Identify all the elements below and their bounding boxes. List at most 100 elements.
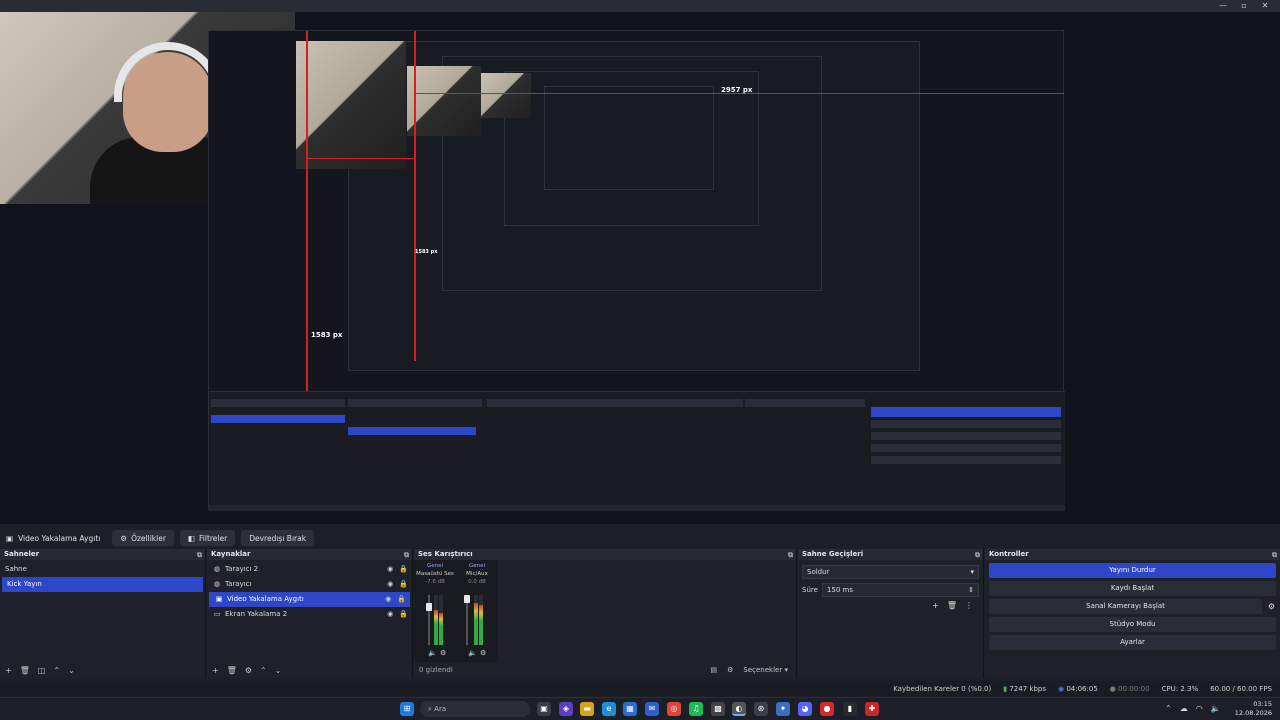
gear-icon[interactable]: ⚙ (1268, 602, 1275, 611)
channel-device-select[interactable]: Mic/Aux (458, 571, 496, 577)
fader-knob[interactable] (426, 603, 432, 611)
preview-canvas[interactable]: 2957 px 1583 px 1583 px (0, 12, 1280, 524)
deactivate-button[interactable]: Devredışı Bırak (241, 530, 315, 546)
selected-source: ▣ Video Yakalama Aygıtı (6, 534, 100, 543)
layout-icon[interactable]: ▤ (711, 666, 718, 674)
speaker-icon[interactable]: 🔈 (428, 649, 437, 657)
task-view-icon[interactable]: ▣ (537, 702, 551, 716)
steam-icon[interactable]: ⊛ (754, 702, 768, 716)
gear-icon[interactable]: ⚙ (245, 666, 252, 675)
down-arrow-icon[interactable]: ⌄ (275, 666, 282, 675)
fader-knob[interactable] (464, 595, 470, 603)
transitions-header: Sahne Geçişleri ⧉ (798, 549, 983, 560)
stop-stream-button[interactable]: Yayını Durdur (989, 563, 1276, 578)
lock-icon[interactable]: 🔒 (399, 577, 408, 592)
transitions-dock: Sahne Geçişleri ⧉ Soldur ▾ Süre 150 ms ⇕ +… (798, 549, 984, 678)
cpu-usage: CPU: 2.3% (1161, 684, 1199, 693)
source-item[interactable]: ◍ Tarayıcı ◉ 🔒 (207, 577, 412, 592)
app-icon[interactable]: ✦ (776, 702, 790, 716)
lock-icon[interactable]: 🔒 (399, 562, 408, 577)
volume-meter (434, 595, 438, 645)
duration-input[interactable]: 150 ms ⇕ (821, 583, 979, 597)
eye-icon[interactable]: ◉ (387, 577, 393, 592)
up-arrow-icon[interactable]: ⌃ (53, 666, 60, 675)
app-icon[interactable]: ▩ (711, 702, 725, 716)
close-icon[interactable]: ✕ (1258, 0, 1272, 12)
trash-icon[interactable]: 🗑 (947, 601, 957, 610)
cloud-icon[interactable]: ☁ (1180, 704, 1188, 713)
channel-device-select[interactable]: Masaüstü Ses (416, 571, 454, 577)
mixer-footer: 0 gizlendi ▤ ⚙ Seçenekler ▾ (414, 662, 796, 678)
source-item[interactable]: ◍ Tarayıcı 2 ◉ 🔒 (207, 562, 412, 577)
chrome-icon[interactable]: ◎ (667, 702, 681, 716)
studio-mode-button[interactable]: Stüdyo Modu (989, 617, 1276, 632)
taskbar-clock[interactable]: 03:15 12.08.2026 (1235, 700, 1272, 718)
volume-icon[interactable]: 🔈 (1211, 704, 1221, 713)
minimize-icon[interactable]: — (1216, 0, 1230, 12)
lock-icon[interactable]: 🔒 (397, 592, 406, 607)
filters-button[interactable]: ◧ Filtreler (179, 530, 236, 546)
deactivate-label: Devredışı Bırak (249, 533, 307, 543)
start-recording-button[interactable]: Kaydı Başlat (989, 581, 1276, 596)
up-arrow-icon[interactable]: ⌃ (260, 666, 267, 675)
transition-select[interactable]: Soldur ▾ (802, 565, 979, 579)
app-icon[interactable]: ✚ (865, 702, 879, 716)
gear-icon[interactable]: ⚙ (440, 649, 446, 657)
duration-label: Süre (802, 586, 818, 594)
trash-icon[interactable]: 🗑 (20, 666, 30, 675)
sources-header: Kaynaklar ⧉ (207, 549, 412, 560)
down-arrow-icon[interactable]: ⌄ (68, 666, 75, 675)
undock-icon[interactable]: ⧉ (975, 550, 980, 561)
undock-icon[interactable]: ⧉ (404, 550, 409, 561)
gear-icon[interactable]: ⚙ (480, 649, 486, 657)
add-icon[interactable]: + (212, 666, 219, 675)
filter-icon[interactable]: ◫ (38, 666, 46, 675)
scene-item[interactable]: Sahne (0, 562, 205, 577)
source-item[interactable]: ▭ Ekran Yakalama 2 ◉ 🔒 (207, 607, 412, 622)
start-icon[interactable]: ⊞ (400, 702, 414, 716)
eye-icon[interactable]: ◉ (387, 562, 393, 577)
source-item-selected[interactable]: ▣ Video Yakalama Aygıtı ◉ 🔒 (209, 592, 410, 607)
store-icon[interactable]: ▦ (623, 702, 637, 716)
guide-line-horizontal-2 (306, 158, 416, 159)
options-button[interactable]: Seçenekler ▾ (743, 666, 788, 674)
settings-icon[interactable]: ⚙ (727, 666, 733, 674)
folder-icon[interactable]: ▬ (580, 702, 594, 716)
properties-button[interactable]: ⚙ Özellikler (112, 530, 174, 546)
edge-icon[interactable]: e (602, 702, 616, 716)
settings-button[interactable]: Ayarlar (989, 635, 1276, 650)
scenes-footer: + 🗑 ◫ ⌃ ⌄ (0, 662, 205, 678)
start-virtual-camera-button[interactable]: Sanal Kamerayı Başlat (989, 599, 1262, 614)
add-icon[interactable]: + (5, 666, 12, 675)
discord-icon[interactable]: ◕ (798, 702, 812, 716)
scene-item-selected[interactable]: Kick Yayın (2, 577, 203, 592)
lock-icon[interactable]: 🔒 (399, 607, 408, 622)
properties-label: Özellikler (131, 533, 166, 543)
app-icon[interactable]: ● (820, 702, 834, 716)
eye-icon[interactable]: ◉ (385, 592, 391, 607)
add-icon[interactable]: + (932, 601, 939, 610)
obs-icon[interactable]: ◐ (732, 702, 746, 716)
status-bar: Kaybedilen Kareler 0 (%0.0) ▮ 7247 kbps … (0, 681, 1280, 696)
app-icon[interactable]: ▮ (843, 702, 857, 716)
mixer-channel-mic: Genel Mic/Aux 0.0 dB 🔈 ⚙ (458, 563, 496, 661)
spotify-icon[interactable]: ♫ (689, 702, 703, 716)
undock-icon[interactable]: ⧉ (788, 550, 793, 561)
eye-icon[interactable]: ◉ (387, 607, 393, 622)
undock-icon[interactable]: ⧉ (197, 550, 202, 561)
widgets-icon[interactable]: ◈ (559, 702, 573, 716)
speaker-icon[interactable]: 🔈 (468, 649, 477, 657)
scenes-header: Sahneler ⧉ (0, 549, 205, 560)
maximize-icon[interactable]: ▫ (1237, 0, 1251, 12)
chevron-up-icon[interactable]: ⌃ (1165, 704, 1172, 713)
undock-icon[interactable]: ⧉ (1272, 550, 1277, 561)
chevron-down-icon: ▾ (970, 568, 974, 576)
monitor-icon: ▭ (213, 610, 221, 618)
more-icon[interactable]: ⋮ (965, 601, 973, 610)
sources-title: Kaynaklar (211, 550, 251, 558)
wifi-icon[interactable]: ◠ (1196, 704, 1203, 713)
mail-icon[interactable]: ✉ (645, 702, 659, 716)
trash-icon[interactable]: 🗑 (227, 666, 237, 675)
taskbar-search[interactable]: ⌕ Ara (420, 701, 530, 717)
width-measure-label: 2957 px (721, 86, 753, 94)
